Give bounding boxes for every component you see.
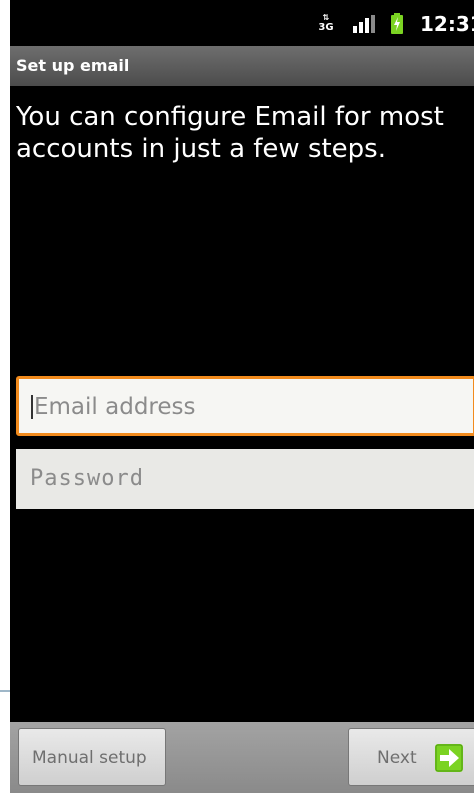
- network-3g-icon: ⇅ 3G: [318, 14, 334, 34]
- status-bar: ⇅ 3G 12:31: [10, 0, 474, 46]
- manual-setup-button[interactable]: Manual setup: [18, 728, 166, 786]
- email-field[interactable]: Email address: [16, 376, 474, 436]
- title-bar: Set up email: [10, 46, 474, 86]
- text-cursor: [31, 395, 33, 419]
- arrow-right-icon: [435, 744, 463, 772]
- manual-setup-label: Manual setup: [32, 748, 147, 768]
- network-type: 3G: [318, 22, 334, 33]
- battery-charging-icon: [391, 13, 403, 34]
- bottom-button-bar: Manual setup Next: [10, 722, 474, 793]
- clock-time: 12:31: [420, 12, 474, 36]
- email-placeholder: Email address: [34, 394, 196, 420]
- intro-text: You can configure Email for most account…: [16, 102, 444, 164]
- next-label: Next: [377, 748, 417, 768]
- edge-marker: [0, 690, 10, 692]
- email-setup-screen: ⇅ 3G 12:31 Set up email You can configur…: [10, 0, 474, 793]
- network-arrows: ⇅: [322, 13, 330, 22]
- signal-strength-icon: [353, 15, 375, 33]
- next-button[interactable]: Next: [348, 728, 474, 786]
- password-field[interactable]: Password: [16, 449, 474, 509]
- password-placeholder: Password: [30, 466, 144, 491]
- page-title: Set up email: [16, 56, 130, 75]
